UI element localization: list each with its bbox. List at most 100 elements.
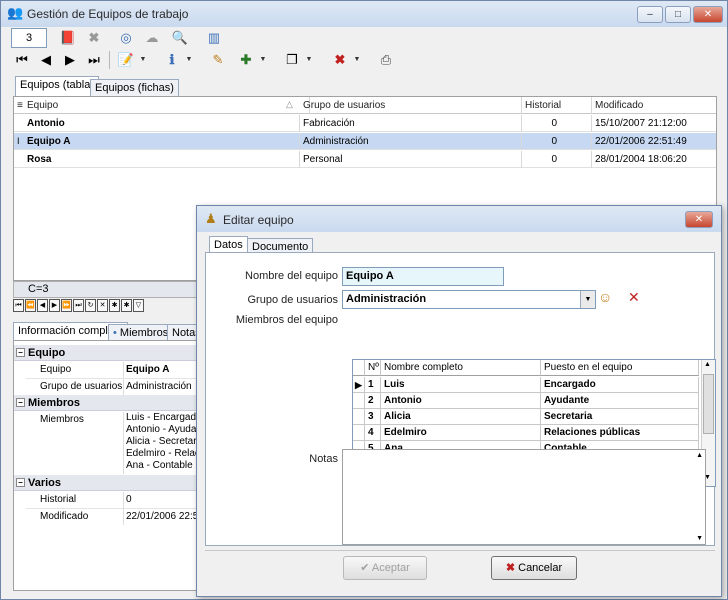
col-puesto[interactable]: Puesto en el equipo [541,360,699,376]
scrollbar-thumb[interactable] [703,374,714,434]
binoculars-icon[interactable]: ◎ [115,28,137,48]
col-nombre[interactable]: Nombre completo [381,360,541,376]
prop-label: Historial [26,492,124,508]
cloud-icon[interactable]: ☁ [141,28,163,48]
check-icon: ✔ [360,562,370,574]
cell-historial: 0 [522,133,592,150]
printer-icon[interactable]: ⎙ [375,50,397,70]
divider [205,550,715,551]
bullet-icon: • [113,327,117,339]
row-indicator [353,425,365,441]
prev-record-icon[interactable]: ◀ [37,299,48,312]
next-page-icon[interactable]: ⏩ [61,299,72,312]
table-row[interactable]: Antonio Fabricación 0 15/10/2007 21:12:0… [14,115,716,132]
first-record-icon[interactable]: ⏮ [13,299,24,312]
accept-button[interactable]: ✔ Aceptar [343,556,427,580]
section-equipo[interactable]: − Equipo [14,345,198,361]
member-role: Secretaria [541,409,699,425]
cancel-button[interactable]: ✖ Cancelar [491,556,577,580]
book-icon[interactable]: 📕 [57,28,79,48]
copy-icon[interactable]: ❐ [281,50,303,70]
last-record-icon[interactable]: ⏭ [73,299,84,312]
member-name: Alicia [381,409,541,425]
edit-form-icon[interactable]: 📝 [115,50,137,70]
clear-icon[interactable]: ✕ [628,289,640,306]
section-title: Equipo [28,347,66,359]
col-historial[interactable]: Historial [522,97,592,114]
chevron-down-icon[interactable]: ▼ [185,50,193,70]
tab-equipos-fichas[interactable]: Equipos (fichas) [90,79,179,97]
maximize-button[interactable]: □ [665,6,691,23]
user-group-select[interactable]: Administración ▼ [342,290,596,309]
tab-equipos-tabla[interactable]: Equipos (tabla) [15,76,99,96]
add-record-icon[interactable]: ✚ [235,50,257,70]
list-item[interactable]: 2 Antonio Ayudante [353,393,699,409]
prop-value: Equipo A [126,364,170,375]
chevron-down-icon[interactable]: ▼ [580,291,595,308]
next-record-icon[interactable]: ▶ [59,50,81,70]
edit-pencil-icon[interactable]: ✎ [207,50,229,70]
collapse-icon[interactable]: − [16,348,25,357]
users-edit-icon[interactable]: ☺ [598,289,612,305]
notes-textarea[interactable]: ▲ ▼ [342,449,706,545]
filter-icon[interactable]: ▽ [133,299,144,312]
delete-record-icon[interactable]: ✖ [329,50,351,70]
prop-label: Modificado [26,509,124,525]
col-grupo[interactable]: Grupo de usuarios [300,97,522,114]
list-item[interactable]: 4 Edelmiro Relaciones públicas [353,425,699,441]
scroll-up-icon[interactable]: ▲ [696,452,703,459]
cancel-icon[interactable]: ✕ [97,299,108,312]
table-row[interactable]: Rosa Personal 0 28/01/2004 18:06:20 [14,151,716,168]
door-icon[interactable]: ▥ [203,28,225,48]
next-record-icon[interactable]: ▶ [49,299,60,312]
section-miembros[interactable]: − Miembros [14,395,198,411]
team-icon: ♟ [205,211,217,226]
member-line: Edelmiro - Relaciones públicas [126,448,199,459]
chevron-down-icon[interactable]: ▼ [305,50,313,70]
scroll-up-icon[interactable]: ▲ [704,361,711,368]
cancel-x-icon: ✖ [505,562,516,574]
cell-modificado: 22/01/2006 22:51:49 [595,136,687,147]
prop-label: Equipo [26,362,124,378]
chevron-down-icon[interactable]: ▼ [259,50,267,70]
collapse-icon[interactable]: − [16,478,25,487]
chevron-down-icon[interactable]: ▼ [353,50,361,70]
magnifier-icon[interactable]: 🔍 [169,28,191,48]
prop-value: 0 [126,494,132,505]
grid-menu-icon[interactable]: ≡ [14,97,24,114]
refresh-icon[interactable]: ↻ [85,299,96,312]
filter-clear-icon[interactable]: ✱ [121,299,132,312]
info-icon[interactable]: ℹ [161,50,183,70]
cell-modificado: 28/01/2004 18:06:20 [595,154,687,165]
list-item[interactable]: ▶ 1 Luis Encargado [353,377,699,393]
table-row[interactable]: I Equipo A Administración 0 22/01/2006 2… [14,133,716,150]
list-item[interactable]: 3 Alicia Secretaria [353,409,699,425]
members-label: Miembros del equipo [235,314,338,326]
prev-record-icon[interactable]: ◀ [35,50,57,70]
col-numero[interactable]: Nº [365,360,381,376]
collapse-icon[interactable]: − [16,398,25,407]
member-number: 4 [365,425,381,441]
dialog-close-button[interactable]: ✕ [685,211,713,228]
row-cursor-icon: I [17,136,20,146]
team-name-field[interactable]: Equipo A [342,267,504,286]
user-group-value: Administración [346,293,427,305]
record-count-field[interactable]: 3 [11,28,47,48]
last-record-icon[interactable]: ⏭ [83,50,105,70]
col-equipo[interactable]: Equipo [24,97,310,114]
close-button[interactable]: ✕ [693,6,723,23]
delete-x-icon[interactable]: ✖ [83,28,105,48]
row-indicator-header [353,360,365,376]
asterisk-icon[interactable]: ✱ [109,299,120,312]
section-title: Miembros [28,397,80,409]
section-varios[interactable]: − Varios [14,475,198,491]
prev-page-icon[interactable]: ⏪ [25,299,36,312]
chevron-down-icon[interactable]: ▼ [139,50,147,70]
minimize-button[interactable]: – [637,6,663,23]
member-name: Antonio [381,393,541,409]
scroll-down-icon[interactable]: ▼ [696,535,703,542]
cell-equipo: Equipo A [24,133,300,150]
first-record-icon[interactable]: ⏮ [11,50,33,70]
team-name-label: Nombre del equipo [245,270,338,282]
col-modificado[interactable]: Modificado [592,97,716,114]
